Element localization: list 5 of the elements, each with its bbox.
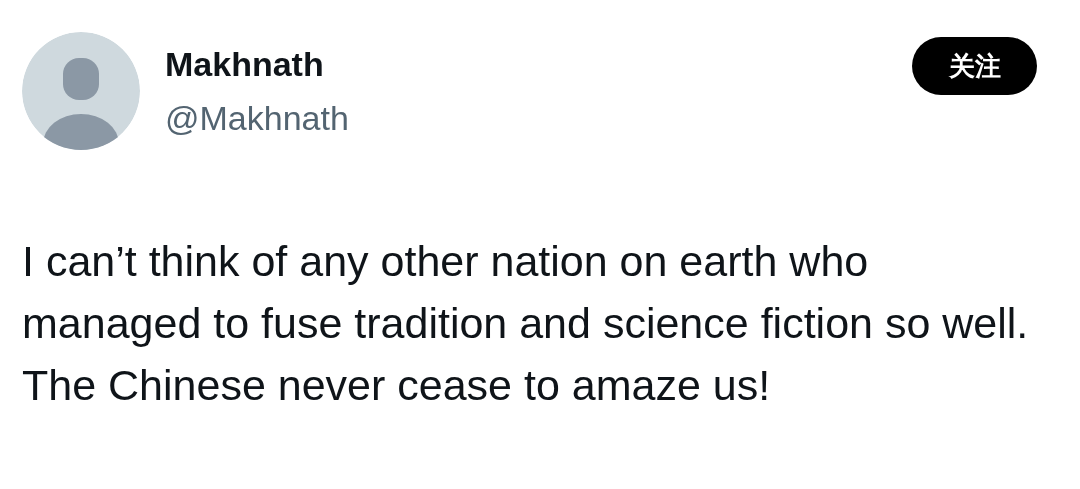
author-handle[interactable]: @Makhnath bbox=[165, 97, 349, 139]
avatar-icon[interactable] bbox=[22, 32, 140, 150]
author-name[interactable]: Makhnath bbox=[165, 43, 349, 85]
post-text: I can’t think of any other nation on earth who managed to fuse tradition and science fiction so well. The Chinese never cease to amaze us! bbox=[22, 236, 1030, 411]
follow-button[interactable]: 关注 bbox=[912, 37, 1037, 95]
